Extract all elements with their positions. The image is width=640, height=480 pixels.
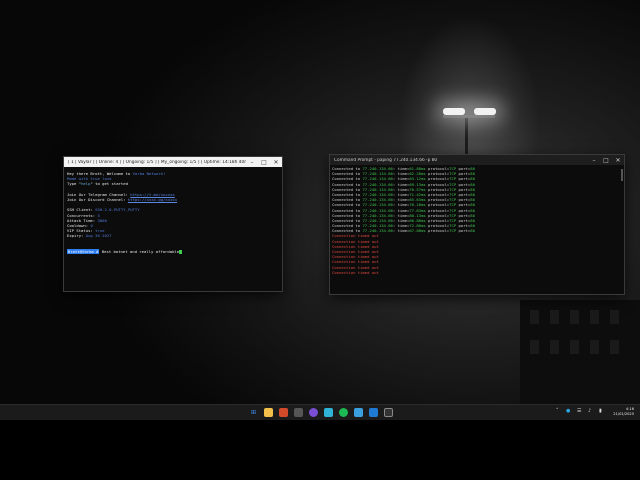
clock-date: 21/01/2025: [613, 412, 634, 416]
prompt-input-text[interactable]: Best botnet and really affordable: [99, 249, 179, 254]
cmd-titlebar[interactable]: Command Prompt - paping 77.240.134.66 -p…: [330, 155, 624, 165]
file-explorer-icon[interactable]: [264, 408, 273, 417]
ssh-value: SSH-2.0-PUTTY_PUTTY: [95, 207, 140, 213]
lamp-bar: [443, 115, 495, 118]
attack-time-value: 3000: [97, 217, 107, 223]
battery-icon[interactable]: ▮: [599, 408, 602, 414]
spotify-icon[interactable]: [339, 408, 348, 417]
putty-titlebar[interactable]: [ 1 | Vaylar ] [ Online: 4 ] [ Ongoing: …: [64, 157, 282, 167]
ping-field: 80: [470, 228, 475, 234]
terminal-app-icon[interactable]: [294, 408, 303, 417]
screen-bottom-border: [0, 420, 640, 480]
timeout-line: Connection timed out: [332, 269, 379, 275]
prompt-user: Brott@Varba #: [67, 248, 100, 254]
ping-field: 67.08ms: [409, 228, 426, 234]
text-cursor: [179, 249, 183, 255]
command-prompt-icon[interactable]: [384, 408, 393, 417]
putty-terminal[interactable]: Hey there Brott, Welcome to Varba Networ…: [64, 167, 282, 291]
ping-field: port=: [456, 228, 471, 234]
ping-field: protocol=: [425, 228, 450, 234]
expiry-value: Aug 30 2027: [85, 233, 112, 239]
minimize-icon[interactable]: –: [588, 155, 600, 165]
cmd-window[interactable]: Command Prompt - paping 77.240.134.66 -p…: [330, 155, 624, 294]
taskbar: ⊞ ˄ ● ☰ ♪ ▮ 4:16 21/01/2025: [0, 404, 640, 421]
command-prompt-line[interactable]: Brott@Varba # Best botnet and really aff…: [67, 248, 279, 255]
discord-label: Join Our Discord Channel:: [67, 196, 128, 202]
putty-window[interactable]: [ 1 | Vaylar ] [ Online: 4 ] [ Ongoing: …: [64, 157, 282, 291]
maximize-icon[interactable]: □: [258, 157, 270, 167]
discord-link[interactable]: https://xxxx.gg/xxxxx: [128, 197, 177, 202]
store-icon[interactable]: [324, 408, 333, 417]
app-icon[interactable]: [309, 408, 318, 417]
help-suffix: " to get started: [90, 181, 128, 187]
cmd-output[interactable]: Connected to 77.240.134.66: time=61.88ms…: [330, 165, 624, 294]
cmd-title: Command Prompt - paping 77.240.134.66 -p…: [334, 157, 438, 163]
minimize-icon[interactable]: –: [246, 157, 258, 167]
lamp-light-left: [443, 108, 465, 115]
system-clock[interactable]: 4:16 21/01/2025: [613, 407, 634, 417]
close-icon[interactable]: ✕: [270, 157, 282, 167]
chat-app-icon[interactable]: [354, 408, 363, 417]
wifi-icon[interactable]: ☰: [577, 408, 581, 414]
brand-text: Varba Network!: [132, 171, 166, 176]
expiry-label: Expiry:: [67, 233, 86, 239]
ping-field: : time=: [392, 228, 410, 234]
chevron-up-icon[interactable]: ˄: [556, 408, 559, 414]
start-menu-icon[interactable]: ⊞: [249, 408, 258, 417]
maximize-icon[interactable]: □: [600, 155, 612, 165]
building-silhouette: [520, 300, 640, 405]
putty-title: [ 1 | Vaylar ] [ Online: 4 ] [ Ongoing: …: [68, 159, 246, 165]
brave-browser-icon[interactable]: [279, 408, 288, 417]
tray-app-icon[interactable]: ●: [566, 408, 570, 414]
help-prefix: Type ": [67, 181, 82, 187]
vscode-icon[interactable]: [369, 408, 378, 417]
close-icon[interactable]: ✕: [612, 155, 624, 165]
lamp-light-right: [474, 108, 496, 115]
volume-icon[interactable]: ♪: [588, 408, 591, 414]
cmd-scrollbar[interactable]: [621, 169, 623, 181]
